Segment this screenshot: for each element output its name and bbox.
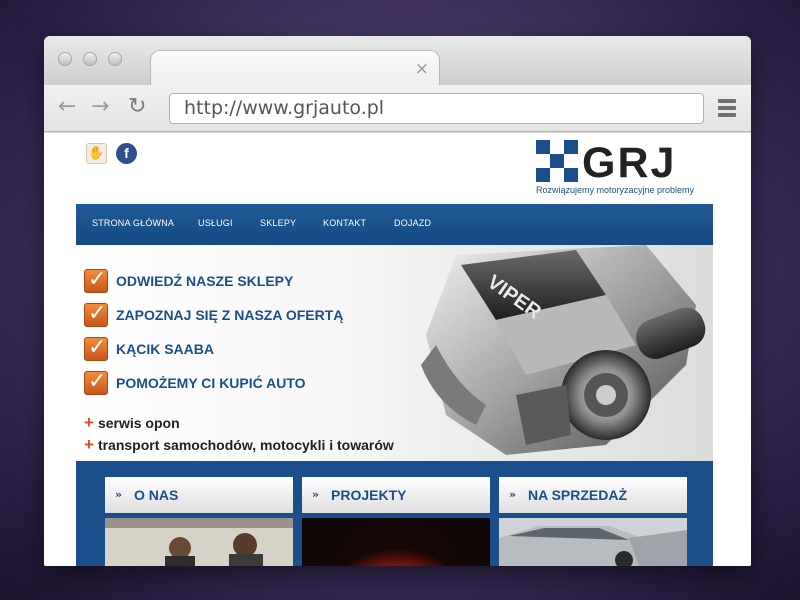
checkmark-icon: ✓: [84, 335, 108, 361]
double-arrow-icon: »: [509, 488, 517, 501]
browser-toolbar: ← → ↻ http://www.grjauto.pl: [44, 85, 751, 132]
hero-link-label: ZAPOZNAJ SIĘ Z NASZA OFERTĄ: [116, 307, 344, 323]
feature-box-header: » O NAS: [105, 477, 293, 513]
facebook-icon[interactable]: f: [116, 143, 137, 164]
feature-box-projects[interactable]: » PROJEKTY: [302, 477, 490, 566]
hand-icon[interactable]: ✋: [86, 143, 107, 164]
hero-link-label: KĄCIK SAABA: [116, 341, 214, 357]
service-item: + transport samochodów, motocykli i towar…: [84, 435, 394, 454]
main-nav: STRONA GŁÓWNA USŁUGI SKLEPY KONTAKT DOJA…: [76, 204, 713, 245]
double-arrow-icon: »: [312, 488, 320, 501]
nav-item-shops[interactable]: SKLEPY: [260, 218, 296, 228]
plus-icon: +: [84, 435, 94, 454]
title-bar: ×: [44, 36, 751, 86]
browser-window: × ← → ↻ http://www.grjauto.pl ✋ f GRJ Ro…: [44, 36, 751, 566]
feature-box-title: NA SPRZEDAŻ: [528, 487, 628, 503]
nav-item-home[interactable]: STRONA GŁÓWNA: [92, 218, 174, 228]
cars-for-sale-photo: [499, 518, 687, 566]
window-zoom-dot[interactable]: [108, 52, 122, 66]
hero-banner: VIPER ✓ ODWIEDŹ NASZE SKLEPY ✓ ZAPOZNAJ …: [76, 245, 713, 461]
feature-box-header: » NA SPRZEDAŻ: [499, 477, 687, 513]
address-bar[interactable]: http://www.grjauto.pl: [169, 93, 704, 124]
feature-box-title: O NAS: [134, 487, 179, 503]
forward-arrow-icon[interactable]: →: [91, 95, 109, 119]
nav-item-services[interactable]: USŁUGI: [198, 218, 233, 228]
browser-tab[interactable]: ×: [150, 50, 440, 86]
page-viewport: ✋ f GRJ Rozwiązujemy motoryzacyjne probl…: [44, 133, 751, 566]
reload-icon[interactable]: ↻: [128, 95, 146, 119]
checkmark-icon: ✓: [84, 267, 108, 293]
mechanics-photo: [105, 518, 293, 566]
service-item: + serwis opon: [84, 413, 180, 432]
window-close-dot[interactable]: [58, 52, 72, 66]
double-arrow-icon: »: [115, 488, 123, 501]
feature-box-for-sale[interactable]: » NA SPRZEDAŻ: [499, 477, 687, 566]
tab-close-icon[interactable]: ×: [415, 59, 429, 79]
checkmark-icon: ✓: [84, 369, 108, 395]
logo-text: GRJ: [582, 139, 677, 187]
site-logo[interactable]: GRJ Rozwiązujemy motoryzacyjne problemy: [536, 139, 711, 195]
site-page: ✋ f GRJ Rozwiązujemy motoryzacyjne probl…: [76, 133, 713, 566]
checker-logo-icon: [536, 140, 578, 182]
feature-box-about[interactable]: » O NAS: [105, 477, 293, 566]
feature-box-header: » PROJEKTY: [302, 477, 490, 513]
nav-item-contact[interactable]: KONTAKT: [323, 218, 366, 228]
checkmark-icon: ✓: [84, 301, 108, 327]
back-arrow-icon[interactable]: ←: [58, 95, 76, 119]
nav-item-directions[interactable]: DOJAZD: [394, 218, 431, 228]
window-minimize-dot[interactable]: [83, 52, 97, 66]
hero-link-label: ODWIEDŹ NASZE SKLEPY: [116, 273, 294, 289]
hamburger-menu-icon[interactable]: [718, 99, 736, 120]
feature-section: » O NAS » PROJEKTY » NA SPRZEDAŻ: [76, 461, 713, 566]
feature-box-title: PROJEKTY: [331, 487, 407, 503]
projects-photo: [302, 518, 490, 566]
logo-tagline: Rozwiązujemy motoryzacyjne problemy: [536, 185, 695, 195]
hero-link-label: POMOŻEMY CI KUPIĆ AUTO: [116, 375, 306, 391]
plus-icon: +: [84, 413, 94, 432]
engine-image: VIPER: [421, 245, 706, 455]
